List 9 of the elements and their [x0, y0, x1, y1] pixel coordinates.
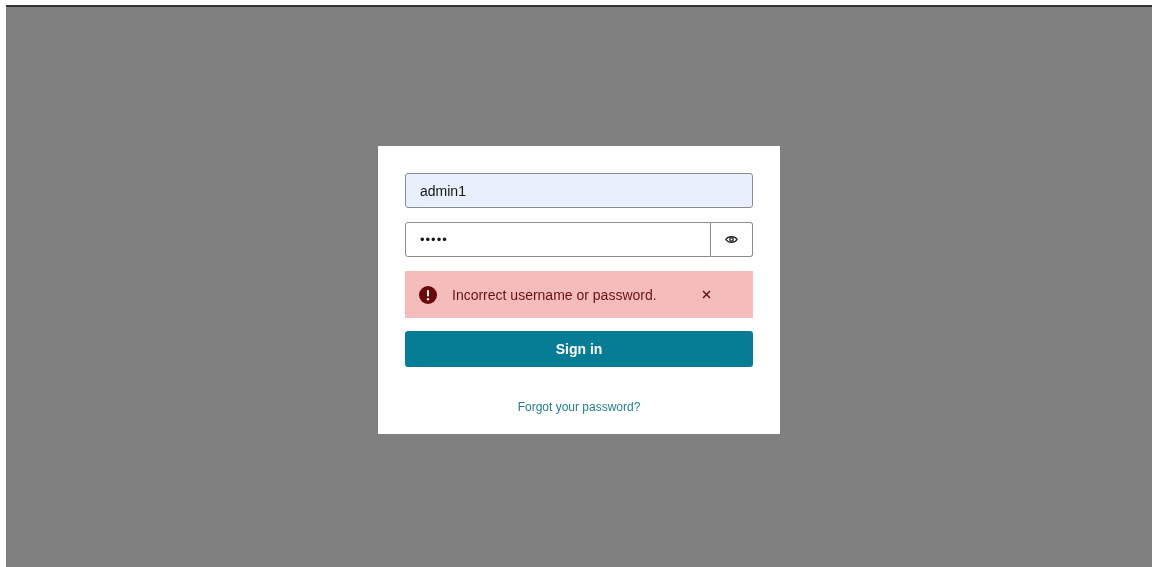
error-icon [419, 285, 437, 304]
error-message: Incorrect username or password. [452, 286, 658, 303]
eye-icon [725, 235, 738, 244]
sign-in-button[interactable]: Sign in [405, 331, 753, 367]
close-icon [702, 290, 711, 299]
forgot-password-link[interactable]: Forgot your password? [517, 400, 641, 414]
username-field[interactable]: admin1 [405, 173, 753, 208]
show-password-button[interactable] [711, 222, 753, 257]
password-field[interactable]: ••••• [405, 222, 711, 257]
